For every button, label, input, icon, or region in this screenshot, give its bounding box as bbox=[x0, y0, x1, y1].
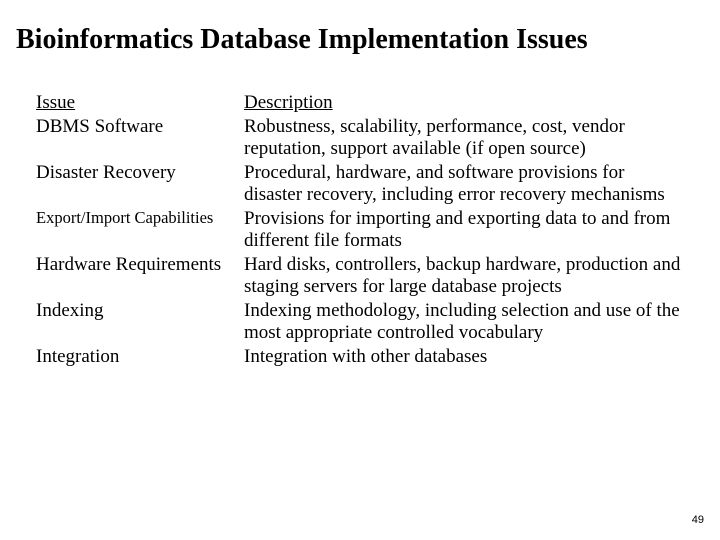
issue-cell: Export/Import Capabilities bbox=[36, 208, 244, 252]
issue-cell: Disaster Recovery bbox=[36, 162, 244, 206]
issue-cell: DBMS Software bbox=[36, 116, 244, 160]
description-cell: Robustness, scalability, performance, co… bbox=[244, 116, 692, 160]
description-cell: Procedural, hardware, and software provi… bbox=[244, 162, 692, 206]
issue-cell: Hardware Requirements bbox=[36, 254, 244, 298]
description-cell: Integration with other databases bbox=[244, 346, 692, 368]
table-row: Hardware RequirementsHard disks, control… bbox=[36, 254, 692, 298]
description-cell: Indexing methodology, including selectio… bbox=[244, 300, 692, 344]
header-description: Description bbox=[244, 92, 692, 114]
header-row: Issue Description bbox=[36, 92, 692, 114]
content-table: Issue Description DBMS SoftwareRobustnes… bbox=[0, 56, 720, 368]
page-number: 49 bbox=[692, 514, 704, 526]
description-cell: Provisions for importing and exporting d… bbox=[244, 208, 692, 252]
description-cell: Hard disks, controllers, backup hardware… bbox=[244, 254, 692, 298]
slide-title: Bioinformatics Database Implementation I… bbox=[0, 0, 720, 56]
table-row: DBMS SoftwareRobustness, scalability, pe… bbox=[36, 116, 692, 160]
table-row: IndexingIndexing methodology, including … bbox=[36, 300, 692, 344]
table-row: Export/Import CapabilitiesProvisions for… bbox=[36, 208, 692, 252]
header-issue: Issue bbox=[36, 92, 244, 114]
table-row: IntegrationIntegration with other databa… bbox=[36, 346, 692, 368]
table-row: Disaster RecoveryProcedural, hardware, a… bbox=[36, 162, 692, 206]
issue-cell: Integration bbox=[36, 346, 244, 368]
issue-cell: Indexing bbox=[36, 300, 244, 344]
